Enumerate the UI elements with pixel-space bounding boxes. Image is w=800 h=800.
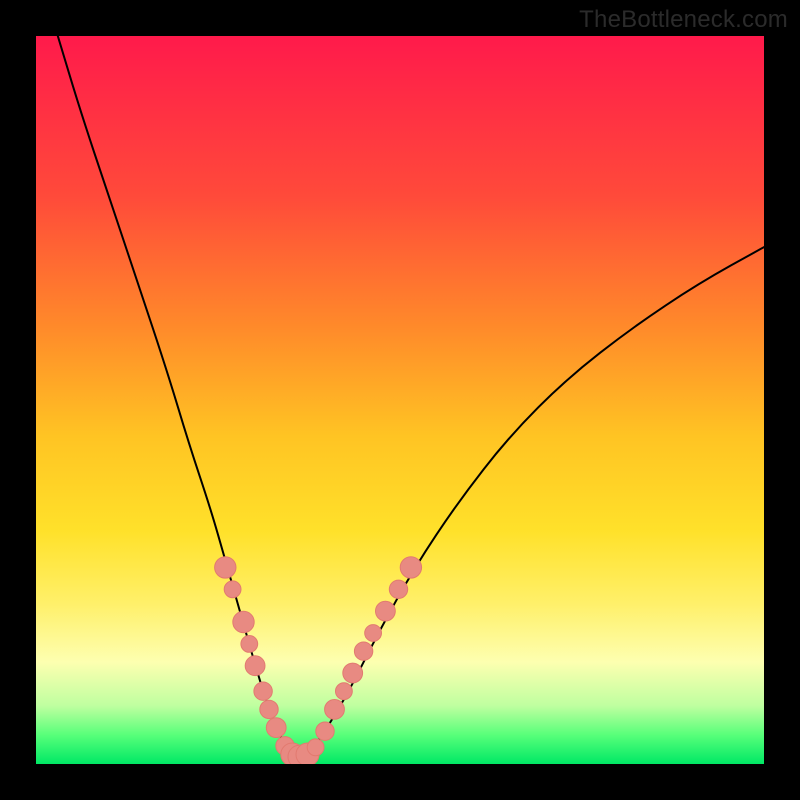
curve-marker	[296, 743, 319, 764]
curve-marker	[316, 722, 334, 740]
curve-marker	[224, 581, 241, 598]
curve-marker	[336, 683, 353, 700]
curve-marker	[389, 580, 407, 598]
curve-marker	[254, 682, 272, 700]
curve-marker	[307, 739, 324, 756]
bottleneck-curve	[58, 36, 764, 755]
curve-marker	[266, 718, 286, 738]
curve-marker	[343, 663, 363, 683]
curve-marker	[233, 611, 254, 632]
curve-marker	[241, 636, 258, 653]
curve-markers	[215, 557, 422, 764]
chart-frame: TheBottleneck.com	[0, 0, 800, 800]
curve-marker	[354, 642, 372, 660]
curve-marker	[288, 745, 311, 764]
curve-marker	[281, 743, 304, 764]
watermark-text: TheBottleneck.com	[579, 6, 788, 34]
curve-marker	[400, 557, 421, 578]
curve-marker	[325, 700, 345, 720]
chart-plot-area	[36, 36, 764, 764]
curve-marker	[215, 557, 236, 578]
curve-marker	[260, 700, 278, 718]
curve-marker	[376, 601, 396, 621]
curve-marker	[365, 625, 382, 642]
curve-marker	[276, 737, 294, 755]
curve-marker	[245, 656, 265, 676]
chart-svg	[36, 36, 764, 764]
